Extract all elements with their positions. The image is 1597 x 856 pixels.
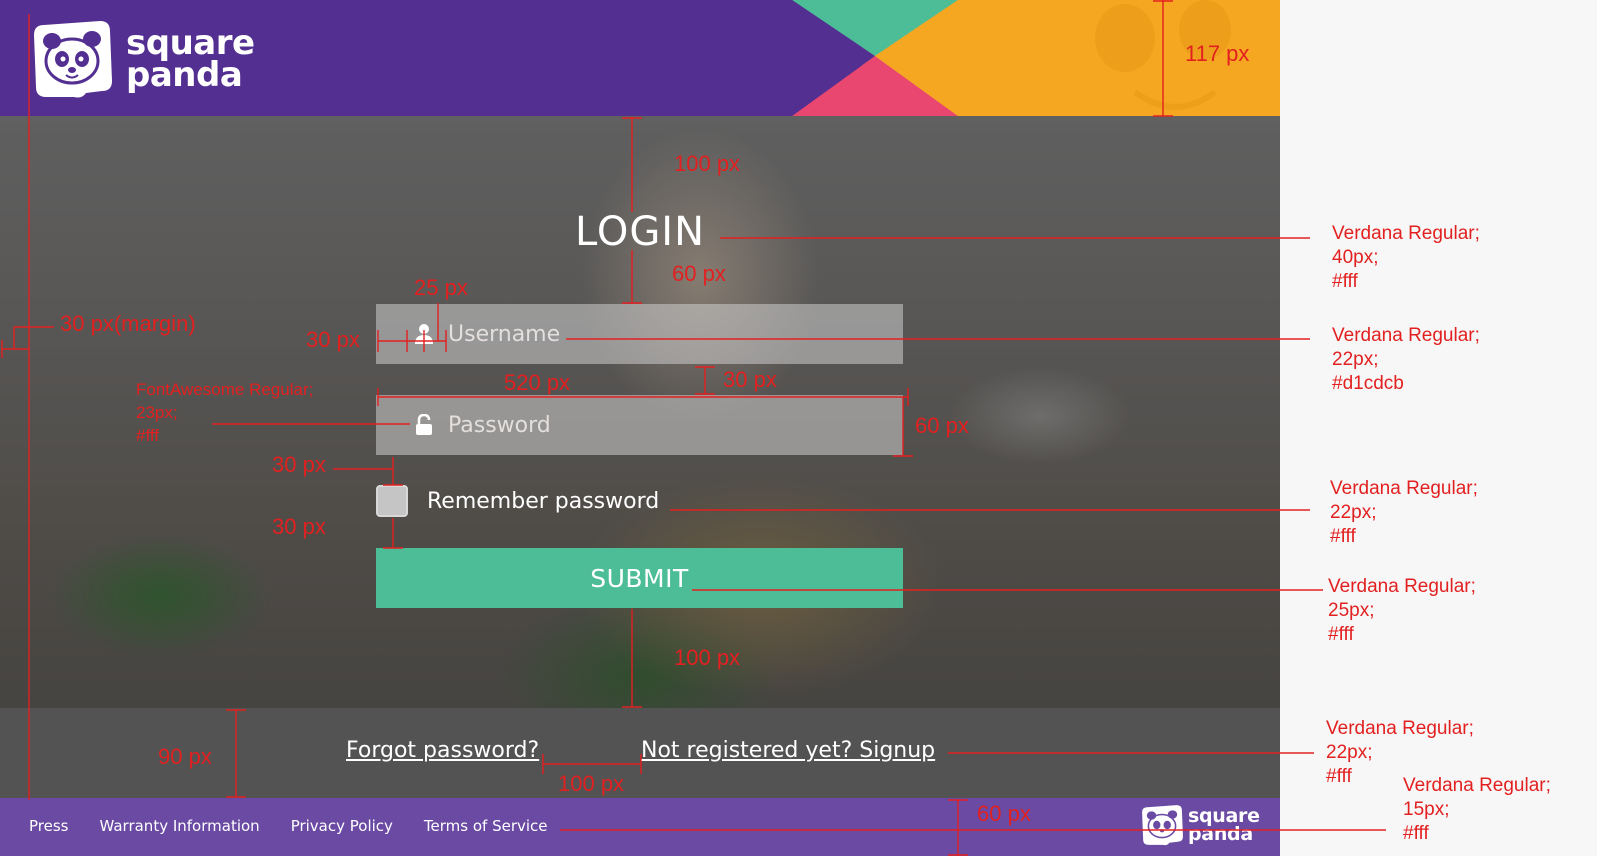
logo-wordmark: square panda xyxy=(126,26,255,95)
footer-logo[interactable]: square panda xyxy=(1140,803,1260,847)
annot-spec-footer: Verdana Regular; 15px; #fff xyxy=(1403,774,1551,846)
password-input[interactable] xyxy=(448,405,868,445)
login-title-text: LOGIN xyxy=(574,209,706,255)
annot-icon-left: 30 px xyxy=(306,327,360,352)
panda-logo-icon xyxy=(34,21,112,98)
footer-logo-text-line2: panda xyxy=(1188,823,1253,845)
logo[interactable]: square panda xyxy=(30,17,255,101)
remember-password[interactable]: Remember password xyxy=(376,485,659,517)
spec-line: 23px; xyxy=(136,403,178,422)
spec-line: Verdana Regular; xyxy=(1326,718,1474,739)
spec-line: #fff xyxy=(1328,624,1354,645)
logo-text-line2: panda xyxy=(126,55,243,95)
spec-line: Verdana Regular; xyxy=(1332,223,1480,244)
annot-spec-submit: Verdana Regular; 25px; #fff xyxy=(1328,575,1476,647)
spec-line: 25px; xyxy=(1328,600,1375,621)
annot-top-to-title: 100 px xyxy=(674,151,741,176)
spec-line: #fff xyxy=(1403,823,1429,844)
annot-bar-height: 90 px xyxy=(158,744,212,769)
spec-line: Verdana Regular; xyxy=(1330,478,1478,499)
annot-spec-title: Verdana Regular; 40px; #fff xyxy=(1332,222,1480,294)
footer-link-warranty[interactable]: Warranty Information xyxy=(99,817,259,835)
footer-nav: Press Warranty Information Privacy Polic… xyxy=(29,817,579,835)
footer-link-press[interactable]: Press xyxy=(29,817,68,835)
annot-remember-to-submit: 30 px xyxy=(272,514,326,539)
spec-line: 40px; xyxy=(1332,247,1379,268)
submit-button[interactable]: SUBMIT xyxy=(376,548,903,608)
spec-line: 22px; xyxy=(1330,502,1377,523)
annot-spec-fontawesome: FontAwesome Regular; 23px; #fff xyxy=(136,378,313,447)
annot-submit-to-bar: 100 px xyxy=(674,645,741,670)
remember-checkbox[interactable] xyxy=(376,485,408,517)
unlock-icon xyxy=(406,395,442,455)
spec-line: Verdana Regular; xyxy=(1328,576,1476,597)
panda-logo-icon xyxy=(1142,805,1183,846)
annot-spec-input: Verdana Regular; 22px; #d1cdcb xyxy=(1332,324,1480,396)
username-field[interactable] xyxy=(376,304,903,364)
annot-link-gap: 100 px xyxy=(558,771,625,796)
annot-footer-height: 60 px xyxy=(977,801,1031,826)
spec-line: 22px; xyxy=(1326,742,1373,763)
password-field[interactable] xyxy=(376,395,903,455)
footer: Press Warranty Information Privacy Polic… xyxy=(0,798,1280,856)
spec-line: Verdana Regular; xyxy=(1403,775,1551,796)
annot-field-gap: 30 px xyxy=(723,367,777,392)
annot-field-width: 520 px xyxy=(504,370,571,395)
annot-pw-to-remember: 30 px xyxy=(272,452,326,477)
spec-line: #d1cdcb xyxy=(1332,373,1404,394)
login-title: LOGIN xyxy=(0,210,1280,254)
annot-spec-remember: Verdana Regular; 22px; #fff xyxy=(1330,477,1478,549)
signup-link[interactable]: Not registered yet? Signup xyxy=(641,738,935,763)
header: square panda xyxy=(0,0,1280,116)
spec-line: #fff xyxy=(136,426,160,445)
forgot-password-link[interactable]: Forgot password? xyxy=(346,738,539,763)
annot-field-height: 60 px xyxy=(915,413,969,438)
annot-header-height: 117 px xyxy=(1185,41,1250,66)
user-icon xyxy=(406,304,442,364)
annot-title-to-field: 60 px xyxy=(672,261,726,286)
spec-line: FontAwesome Regular; xyxy=(136,380,314,399)
username-input[interactable] xyxy=(448,314,868,354)
spec-line: #fff xyxy=(1332,271,1358,292)
footer-logo-wordmark: square panda xyxy=(1188,807,1260,845)
footer-link-terms[interactable]: Terms of Service xyxy=(424,817,548,835)
spec-line: 22px; xyxy=(1332,349,1379,370)
annot-icon-gap: 25 px xyxy=(414,275,468,300)
spec-line: #fff xyxy=(1330,526,1356,547)
spec-line: 15px; xyxy=(1403,799,1450,820)
footer-link-privacy[interactable]: Privacy Policy xyxy=(291,817,393,835)
spec-line: Verdana Regular; xyxy=(1332,325,1480,346)
annot-margin-left: 30 px(margin) xyxy=(60,311,196,336)
remember-label: Remember password xyxy=(427,488,660,514)
